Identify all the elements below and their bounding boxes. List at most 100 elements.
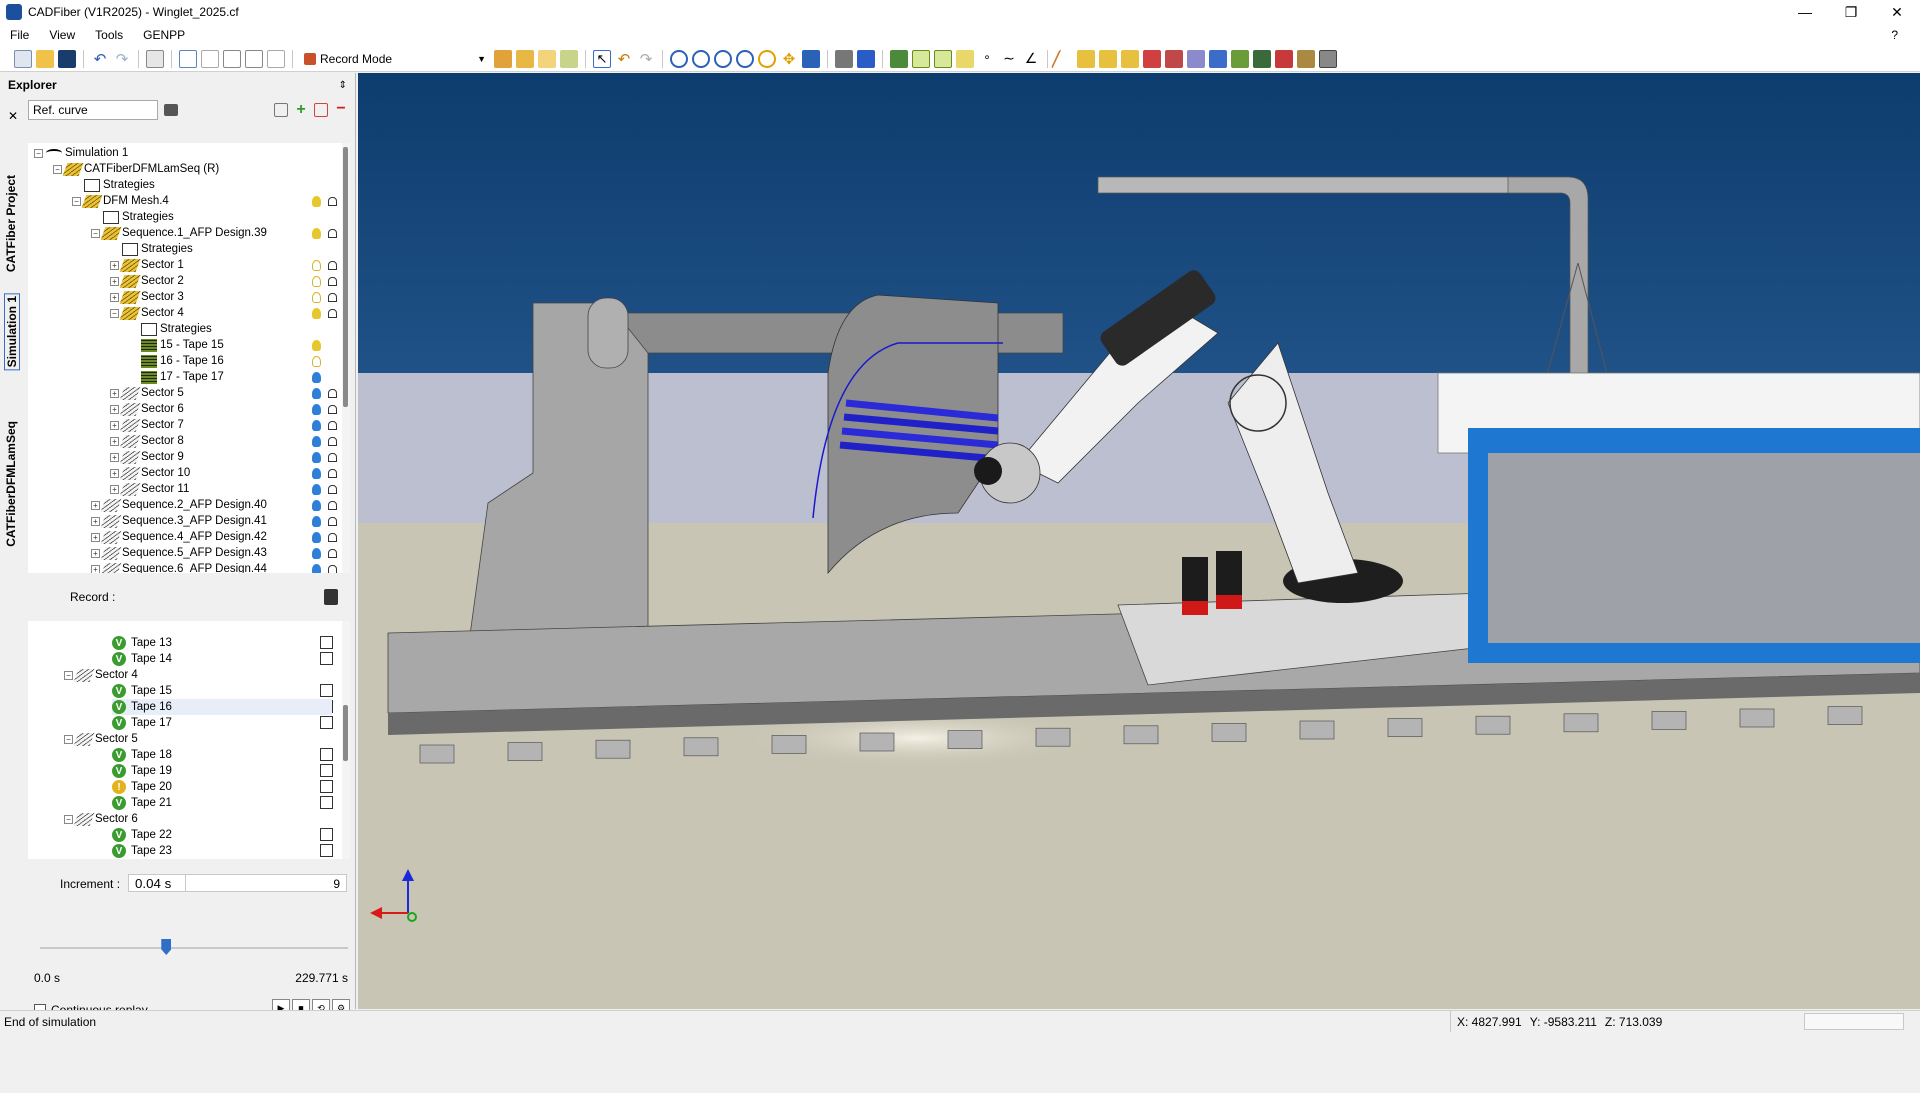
add-file-icon[interactable] [274, 103, 288, 117]
visibility-bulb-icon[interactable] [312, 516, 321, 527]
cut-icon[interactable] [1143, 49, 1161, 68]
visibility-bulb-icon[interactable] [312, 356, 321, 367]
search-input[interactable] [28, 100, 158, 120]
lock-icon[interactable] [328, 485, 337, 494]
show-tapes-icon[interactable] [912, 49, 930, 68]
render-mode-icon[interactable] [857, 49, 875, 68]
visibility-bulb-icon[interactable] [312, 196, 321, 207]
lock-icon[interactable] [328, 565, 337, 573]
find-icon[interactable] [164, 104, 178, 116]
tree-node[interactable]: Strategies [110, 241, 193, 257]
expand-toggle-icon[interactable]: + [110, 260, 119, 270]
tree-node[interactable]: + Sector 7 [110, 417, 184, 433]
visibility-bulb-icon[interactable] [312, 484, 321, 495]
export-icon[interactable] [1275, 49, 1293, 68]
expand-toggle-icon[interactable]: + [110, 388, 119, 398]
view-cube-icon[interactable] [802, 49, 820, 68]
3d-scene[interactable] [358, 73, 1920, 1009]
tree-node[interactable]: 16 - Tape 16 [129, 353, 224, 369]
expand-toggle-icon[interactable]: − [53, 164, 62, 174]
chart-icon[interactable] [560, 49, 578, 68]
record-tape-row[interactable]: V Tape 15 [112, 683, 172, 699]
record-checkbox[interactable] [320, 780, 333, 793]
lock-icon[interactable] [328, 261, 337, 270]
offset-icon[interactable] [1099, 49, 1117, 68]
record-scrollbar[interactable] [342, 621, 350, 859]
rotate-icon[interactable] [758, 49, 776, 68]
record-tape-row[interactable]: V Tape 21 [112, 795, 172, 811]
expand-toggle-icon[interactable]: + [110, 468, 119, 478]
record-tape-row[interactable]: V Tape 23 [112, 843, 172, 859]
timeline-slider-track[interactable] [40, 947, 348, 949]
timeline-slider-knob[interactable] [161, 939, 172, 955]
expand-toggle-icon[interactable]: + [110, 420, 119, 430]
undo-icon[interactable]: ↶ [91, 50, 109, 68]
record-tape-row[interactable]: V Tape 19 [112, 763, 172, 779]
visibility-bulb-icon[interactable] [312, 436, 321, 447]
pin-icon[interactable]: ⇕ [339, 80, 347, 91]
structure-icon[interactable] [245, 49, 263, 68]
tree-node[interactable]: Strategies [129, 321, 212, 337]
remove-icon[interactable]: − [334, 101, 348, 117]
maximize-button[interactable]: ❐ [1828, 0, 1874, 24]
show-sequence-icon[interactable] [956, 49, 974, 68]
lock-icon[interactable] [328, 421, 337, 430]
display-mode-icon[interactable] [835, 49, 853, 68]
filter-icon[interactable] [890, 49, 908, 68]
tree-node[interactable]: + Sector 5 [110, 385, 184, 401]
tree-node[interactable]: − DFM Mesh.4 [72, 193, 169, 209]
lock-icon[interactable] [328, 389, 337, 398]
record-checkbox[interactable] [320, 844, 333, 857]
record-sector-row[interactable]: − Sector 5 [64, 731, 138, 747]
record-checkbox[interactable] [320, 764, 333, 777]
tree-scroll-thumb[interactable] [343, 147, 348, 407]
report-icon[interactable] [538, 49, 556, 68]
undo-view-icon[interactable]: ↶ [615, 50, 633, 68]
expand-toggle-icon[interactable]: + [110, 404, 119, 414]
lock-icon[interactable] [328, 437, 337, 446]
record-tape-row[interactable]: V Tape 13 [112, 635, 172, 651]
tree-node[interactable]: Strategies [91, 209, 174, 225]
tree-node[interactable]: 17 - Tape 17 [129, 369, 224, 385]
visibility-bulb-icon[interactable] [312, 340, 321, 351]
list-icon[interactable] [179, 49, 197, 68]
tree-node[interactable]: 15 - Tape 15 [129, 337, 224, 353]
tree-node[interactable]: + Sector 3 [110, 289, 184, 305]
record-tape-row[interactable]: V Tape 18 [112, 747, 172, 763]
expand-toggle-icon[interactable]: + [91, 516, 100, 526]
expand-toggle-icon[interactable]: + [110, 436, 119, 446]
lock-icon[interactable] [328, 549, 337, 558]
lock-icon[interactable] [328, 229, 337, 238]
zoom-out-icon[interactable] [714, 49, 732, 68]
record-checkbox[interactable] [320, 828, 333, 841]
expand-toggle-icon[interactable]: − [110, 308, 119, 318]
lock-icon[interactable] [328, 469, 337, 478]
tree-node[interactable]: − Simulation 1 [34, 145, 128, 161]
tree-node[interactable]: Strategies [72, 177, 155, 193]
select-cursor-icon[interactable]: ↖ [593, 49, 611, 68]
open-folder-icon[interactable] [36, 49, 54, 68]
analysis-icon[interactable] [1231, 49, 1249, 68]
record-tape-row[interactable]: V Tape 16 [112, 699, 332, 715]
visibility-bulb-icon[interactable] [312, 308, 321, 319]
lock-icon[interactable] [328, 197, 337, 206]
expand-toggle-icon[interactable]: + [110, 452, 119, 462]
add-icon[interactable]: + [294, 102, 308, 118]
tree-node[interactable]: − Sector 4 [110, 305, 184, 321]
lock-icon[interactable] [328, 453, 337, 462]
library-icon[interactable] [1297, 49, 1315, 68]
new-file-icon[interactable] [14, 49, 32, 68]
tree-node[interactable]: + Sector 11 [110, 481, 189, 497]
robot-icon[interactable] [516, 49, 534, 68]
visibility-bulb-icon[interactable] [312, 532, 321, 543]
tree-node[interactable]: + Sector 10 [110, 465, 190, 481]
record-tape-row[interactable]: ! Tape 20 [112, 779, 172, 795]
close-panel-icon[interactable]: ✕ [8, 109, 18, 123]
visibility-bulb-icon[interactable] [312, 292, 321, 303]
expand-toggle-icon[interactable]: − [91, 228, 100, 238]
visibility-bulb-icon[interactable] [312, 404, 321, 415]
menu-tools[interactable]: Tools [85, 28, 133, 42]
zoom-in-icon[interactable] [692, 49, 710, 68]
menu-file[interactable]: File [0, 28, 39, 42]
expand-toggle-icon[interactable]: + [110, 276, 119, 286]
